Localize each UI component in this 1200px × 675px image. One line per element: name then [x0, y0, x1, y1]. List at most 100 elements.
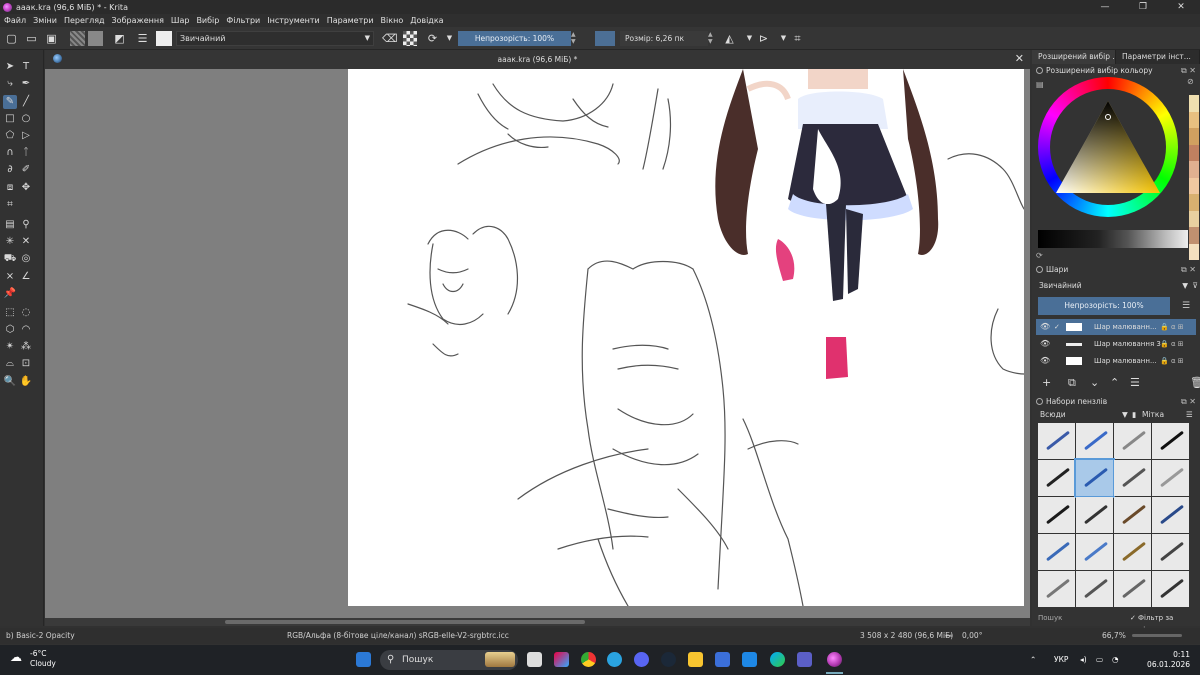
tag-filter-checkbox[interactable]: ✓: [1130, 612, 1136, 624]
menu-image[interactable]: Зображення: [112, 16, 164, 25]
brush-preset[interactable]: [1038, 423, 1075, 459]
gradient-tool-icon[interactable]: ▤: [3, 218, 17, 232]
menu-tools[interactable]: Інструменти: [267, 16, 320, 25]
panel-float-close-icons[interactable]: ⧉ ✕: [1181, 396, 1196, 407]
color-picker-tool-icon[interactable]: ⚲: [19, 218, 33, 232]
drawing-canvas[interactable]: [348, 69, 1024, 606]
opacity-slider[interactable]: Непрозорість: 100%: [458, 31, 571, 46]
layer-properties-icon[interactable]: ☰: [1130, 376, 1140, 389]
layer-name[interactable]: Шар малюванн...: [1094, 319, 1162, 335]
layer-lock-alpha-icons[interactable]: 🔒 α ⊞: [1160, 336, 1184, 352]
similar-color-selection-tool-icon[interactable]: ⁂: [19, 340, 33, 354]
krita-taskbar-icon[interactable]: [827, 652, 842, 667]
brush-preset[interactable]: [1114, 497, 1151, 533]
brush-preset[interactable]: [1114, 571, 1151, 607]
panel-lock-icon[interactable]: [1036, 398, 1043, 405]
pan-tool-icon[interactable]: ✋: [19, 375, 33, 389]
mirror-vertical-icon[interactable]: ⊳: [756, 31, 771, 46]
document-tab[interactable]: ааак.kra (96,6 МіБ) * ✕: [45, 50, 1030, 69]
brush-preset[interactable]: [1152, 497, 1189, 533]
close-button[interactable]: ✕: [1162, 0, 1200, 14]
visibility-eye-icon[interactable]: 👁: [1040, 336, 1050, 352]
brush-preset[interactable]: [1076, 534, 1113, 570]
fill-tool-icon[interactable]: ⛟: [3, 252, 17, 266]
panel-float-close-icons[interactable]: ⧉ ✕: [1181, 65, 1196, 76]
layer-opacity-slider[interactable]: Непрозорість: 100%: [1038, 297, 1170, 315]
transform-tool-icon[interactable]: ⧈: [3, 181, 17, 195]
mirror-horizontal-icon[interactable]: ◭: [722, 31, 737, 46]
brush-preset[interactable]: [1038, 460, 1075, 496]
layer-row[interactable]: 👁 Шар малювання 3 🔒 α ⊞: [1036, 336, 1196, 352]
edge-icon[interactable]: [770, 652, 785, 667]
minimize-button[interactable]: —: [1086, 0, 1124, 14]
tray-chevron-up-icon[interactable]: ⌃: [1030, 655, 1036, 664]
line-tool-icon[interactable]: ╱: [19, 95, 33, 109]
eraser-icon[interactable]: ⌫: [382, 31, 398, 46]
brush-preset[interactable]: [1076, 497, 1113, 533]
rotation-icon[interactable]: ⊷: [945, 628, 953, 644]
close-document-icon[interactable]: ✕: [1015, 52, 1024, 65]
rectangular-selection-tool-icon[interactable]: ⬚: [3, 306, 17, 320]
brush-tag-select[interactable]: Всюди: [1040, 409, 1066, 421]
menu-help[interactable]: Довідка: [410, 16, 443, 25]
delete-layer-icon[interactable]: 🗑: [1190, 376, 1200, 389]
brush-preset[interactable]: [1038, 534, 1075, 570]
assistant-tool-icon[interactable]: ⨯: [3, 270, 17, 284]
chrome-icon[interactable]: [581, 652, 596, 667]
brush-preset-selected[interactable]: [1074, 458, 1115, 498]
saturation-value-triangle[interactable]: [1056, 101, 1160, 193]
brush-size-slider[interactable]: Розмір: 6,26 пк: [620, 31, 708, 46]
move-layer-down-icon[interactable]: ⌄: [1090, 376, 1099, 389]
brush-search-input[interactable]: Пошук: [1038, 612, 1062, 624]
blend-mode-select[interactable]: Звичайний ▼: [176, 31, 374, 46]
taskbar-clock[interactable]: 0:11 06.01.2026: [1140, 650, 1190, 670]
brush-menu-icon[interactable]: ☰: [1186, 409, 1193, 421]
save-icon[interactable]: ▣: [44, 31, 59, 46]
ellipse-tool-icon[interactable]: ○: [19, 112, 33, 126]
tray-battery-icon[interactable]: ▭: [1096, 655, 1103, 664]
brush-preset[interactable]: [1152, 423, 1189, 459]
smart-patch-tool-icon[interactable]: ✕: [19, 235, 33, 249]
visibility-eye-icon[interactable]: 👁: [1040, 353, 1050, 369]
bezier-tool-icon[interactable]: ∩: [3, 146, 17, 160]
gradient-preset-icon[interactable]: [70, 31, 85, 46]
brush-preset[interactable]: [1076, 571, 1113, 607]
preserve-alpha-icon[interactable]: [403, 31, 417, 46]
task-view-icon[interactable]: [527, 652, 542, 667]
chevron-down-icon[interactable]: ▼: [742, 31, 757, 46]
maximize-button[interactable]: ❐: [1124, 0, 1162, 14]
brush-preset-icon[interactable]: [156, 31, 172, 46]
size-spinner[interactable]: ▲ ▼: [708, 31, 716, 46]
color-history-strip[interactable]: [1038, 230, 1188, 248]
menu-select[interactable]: Вибір: [196, 16, 219, 25]
move-layer-up-icon[interactable]: ⌃: [1110, 376, 1119, 389]
telegram-icon[interactable]: [607, 652, 622, 667]
zoom-tool-icon[interactable]: 🔍: [3, 375, 17, 389]
chevron-down-icon[interactable]: ▼: [442, 31, 457, 46]
color-settings-icon[interactable]: ▤: [1036, 80, 1044, 89]
layer-row[interactable]: 👁 ✓ Шар малюванн... 🔒 α ⊞: [1036, 319, 1196, 335]
chevron-down-icon[interactable]: ▼: [776, 31, 791, 46]
new-document-icon[interactable]: ▢: [4, 31, 19, 46]
menu-file[interactable]: Файл: [4, 16, 26, 25]
refresh-icon[interactable]: ⟳: [1036, 251, 1043, 260]
menu-edit[interactable]: Зміни: [33, 16, 57, 25]
menu-filters[interactable]: Фільтри: [226, 16, 260, 25]
file-explorer-icon[interactable]: [688, 652, 703, 667]
copilot-icon[interactable]: [554, 652, 569, 667]
crop-tool-icon[interactable]: ⌗: [3, 198, 17, 212]
multibrush-tool-icon[interactable]: ✐: [19, 163, 33, 177]
discord-icon[interactable]: [634, 652, 649, 667]
menu-view[interactable]: Перегляд: [64, 16, 105, 25]
panel-lock-icon[interactable]: [1036, 266, 1043, 273]
enclose-fill-tool-icon[interactable]: ◎: [19, 252, 33, 266]
layer-lock-alpha-icons[interactable]: 🔒 α ⊞: [1160, 353, 1184, 369]
elliptical-selection-tool-icon[interactable]: ◌: [19, 306, 33, 320]
brush-preset[interactable]: [1114, 534, 1151, 570]
foreground-background-color-icon[interactable]: ◩: [112, 31, 127, 46]
layer-row[interactable]: 👁 Шар малюванн... 🔒 α ⊞: [1036, 353, 1196, 369]
freehand-selection-tool-icon[interactable]: ◠: [19, 323, 33, 337]
horizontal-scrollbar[interactable]: [45, 618, 1030, 626]
polygonal-selection-tool-icon[interactable]: ⬡: [3, 323, 17, 337]
tray-language[interactable]: УКР: [1054, 655, 1068, 664]
